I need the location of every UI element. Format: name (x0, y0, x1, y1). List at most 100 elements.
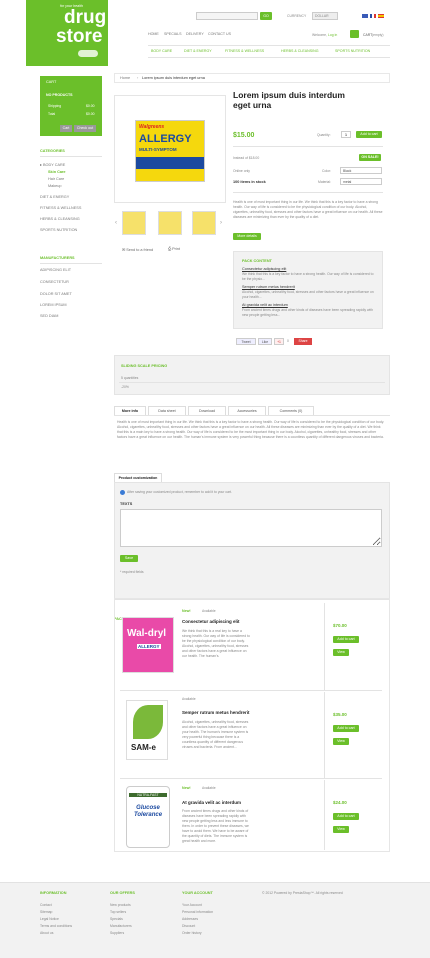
more-details-button[interactable]: More details (233, 233, 261, 240)
footer-info-3[interactable]: Legal Notice (40, 917, 59, 921)
item-2-view-button[interactable]: View (333, 738, 349, 745)
footer-info-4[interactable]: Terms and conditions (40, 924, 72, 928)
share-button[interactable]: Share (294, 338, 312, 345)
top-link-home[interactable]: HOME (148, 32, 159, 36)
footer-info-2[interactable]: Sitemap (40, 910, 52, 914)
footer-account-1[interactable]: Your Account (182, 903, 202, 907)
item-3-add-button[interactable]: Add to cart (333, 813, 359, 820)
pack-item-3-name[interactable]: At gravida velit ac interdum (242, 303, 288, 307)
search-button[interactable]: GO (260, 12, 272, 20)
nav-diet-energy[interactable]: DIET & ENERGY (184, 49, 212, 53)
thumb-prev-icon[interactable]: ‹ (115, 220, 117, 226)
product-image[interactable]: Walgreens ALLERGY MULTI-SYMPTOM (114, 95, 226, 203)
pack-item-1-name[interactable]: Consectetur adipiscing elit (242, 267, 286, 271)
thumbnail-3[interactable] (192, 211, 216, 235)
cat-herbs[interactable]: HERBS & CLEANSING (40, 217, 80, 221)
pack-list-item-2: SAM-e Available Semper rutrum metus hend… (114, 692, 390, 778)
tab-download[interactable]: Download (188, 406, 226, 415)
search-input[interactable] (196, 12, 258, 20)
cat-hair-care[interactable]: Hair Care (48, 177, 64, 181)
item-1-add-button[interactable]: Add to cart (333, 636, 359, 643)
checkout-button[interactable]: Check out (74, 125, 96, 132)
tab-data-sheet[interactable]: Data sheet (148, 406, 186, 415)
nav-herbs[interactable]: HERBS & CLEANSING (281, 49, 319, 53)
flag-fr-icon[interactable] (370, 14, 376, 18)
top-link-specials[interactable]: SPECIALS (164, 32, 182, 36)
product-thumb-1[interactable]: Wal-dryl ALLERGY (122, 617, 174, 673)
login-link[interactable]: Log in (328, 33, 337, 37)
nav-body-care[interactable]: BODY CARE (151, 49, 172, 53)
logo-block[interactable]: for your health drug store (26, 0, 108, 66)
cat-fitness[interactable]: FITNESS & WELLNESS (40, 206, 81, 210)
footer-account-5[interactable]: Order history (182, 931, 202, 935)
cat-makeup[interactable]: Makeup (48, 184, 62, 188)
footer-offers-3[interactable]: Specials (110, 917, 123, 921)
like-button[interactable]: Like (258, 338, 272, 345)
item-3-view-button[interactable]: View (333, 826, 349, 833)
material-select[interactable]: metal (340, 178, 382, 185)
home-icon[interactable]: Home (120, 76, 130, 80)
qty-input[interactable] (341, 131, 351, 138)
manuf-1[interactable]: ADIPISCING ELIT (40, 268, 71, 272)
tweet-button[interactable]: Tweet (236, 338, 256, 345)
pack-list-item-1: Wal-dryl ALLERGY New! Available Consecte… (114, 603, 390, 691)
item-1-desc: We think that this is a real key to have… (182, 629, 250, 658)
item-3-name[interactable]: At gravida velit ac interdum (182, 800, 241, 805)
sliding-qty: 5 quantities (121, 376, 139, 380)
pack-item-2-name[interactable]: Semper rutrum metus hendrerit (242, 285, 295, 289)
nav-sports[interactable]: SPORTS NUTRITION (335, 49, 370, 53)
top-link-contact[interactable]: CONTACT US (208, 32, 231, 36)
flag-es-icon[interactable] (378, 14, 384, 18)
cat-skin-care[interactable]: Skin Care (48, 170, 66, 174)
manuf-4[interactable]: LOREM IPSUM (40, 303, 67, 307)
nav-fitness[interactable]: FITNESS & WELLNESS (225, 49, 264, 53)
cat-sports[interactable]: SPORTS NUTRITION (40, 228, 77, 232)
manuf-3[interactable]: DOLOR SIT AMET (40, 292, 72, 296)
item-2-desc: Alcohol, cigarettes, unhealthy food, str… (182, 720, 249, 749)
product-description: Health is one of most important thing in… (233, 200, 383, 219)
cart-top[interactable]: CART (empty) (350, 30, 390, 40)
manuf-5[interactable]: SED DIAM (40, 314, 58, 318)
tab-more-info[interactable]: More info (114, 406, 146, 415)
flag-uk-icon[interactable] (362, 14, 368, 18)
product-thumb-3[interactable]: NUTRA-FAST Glucose Tolerance (126, 786, 170, 848)
item-1-view-button[interactable]: View (333, 649, 349, 656)
thumb-next-icon[interactable]: › (220, 220, 222, 226)
add-to-cart-button[interactable]: Add to cart (356, 131, 382, 138)
tab-comments[interactable]: Comments (0) (268, 406, 314, 415)
color-select[interactable]: Black (340, 167, 382, 174)
print-link[interactable]: ⎙ Print (168, 247, 180, 251)
product-thumb-2[interactable]: SAM-e (126, 700, 168, 760)
cart-box: CART NO PRODUCTS Shipping $0.00 Total $0… (40, 76, 102, 136)
footer-info-5[interactable]: About us (40, 931, 53, 935)
item-2-add-button[interactable]: Add to cart (333, 725, 359, 732)
manuf-2[interactable]: CONSECTETUR (40, 280, 69, 284)
pack-item-3-text: From ancient times drugs and other kinds… (242, 308, 373, 317)
item-2-name[interactable]: Semper rutrum metus hendrerit (182, 710, 250, 715)
gplus-button[interactable]: +1 (274, 338, 284, 345)
footer-account-3[interactable]: Addresses (182, 917, 198, 921)
footer-offers-4[interactable]: Manufacturers (110, 924, 132, 928)
footer-offers-2[interactable]: Top sellers (110, 910, 126, 914)
customization-textarea[interactable] (120, 509, 382, 547)
footer-offers-1[interactable]: New products (110, 903, 131, 907)
tab-customization[interactable]: Product customization (114, 473, 162, 482)
currency-select[interactable]: DOLLAR (312, 12, 338, 20)
item-3-price: $24.00 (333, 800, 347, 805)
footer-account-2[interactable]: Personal information (182, 910, 213, 914)
top-link-delivery[interactable]: DELIVERY (186, 32, 204, 36)
cart-button[interactable]: Cart (60, 125, 72, 132)
tab-accessories[interactable]: Accessories (228, 406, 266, 415)
footer-info-1[interactable]: Contact (40, 903, 52, 907)
footer-offers-5[interactable]: Suppliers (110, 931, 124, 935)
thumbnail-2[interactable] (158, 211, 182, 235)
item-1-name[interactable]: Consectetur adipiscing elit (182, 619, 240, 624)
texts-label: TEXTS (120, 502, 133, 506)
cat-diet[interactable]: DIET & ENERGY (40, 195, 69, 199)
send-friend[interactable]: ✉ Send to a friend (122, 247, 153, 252)
pack-list-item-3: NUTRA-FAST Glucose Tolerance New! Availa… (114, 780, 390, 850)
save-button[interactable]: Save (120, 555, 138, 562)
footer-account-4[interactable]: Discount (182, 924, 195, 928)
thumbnail-1[interactable] (122, 211, 146, 235)
cat-body-care[interactable]: ▸ BODY CARE (40, 162, 65, 167)
